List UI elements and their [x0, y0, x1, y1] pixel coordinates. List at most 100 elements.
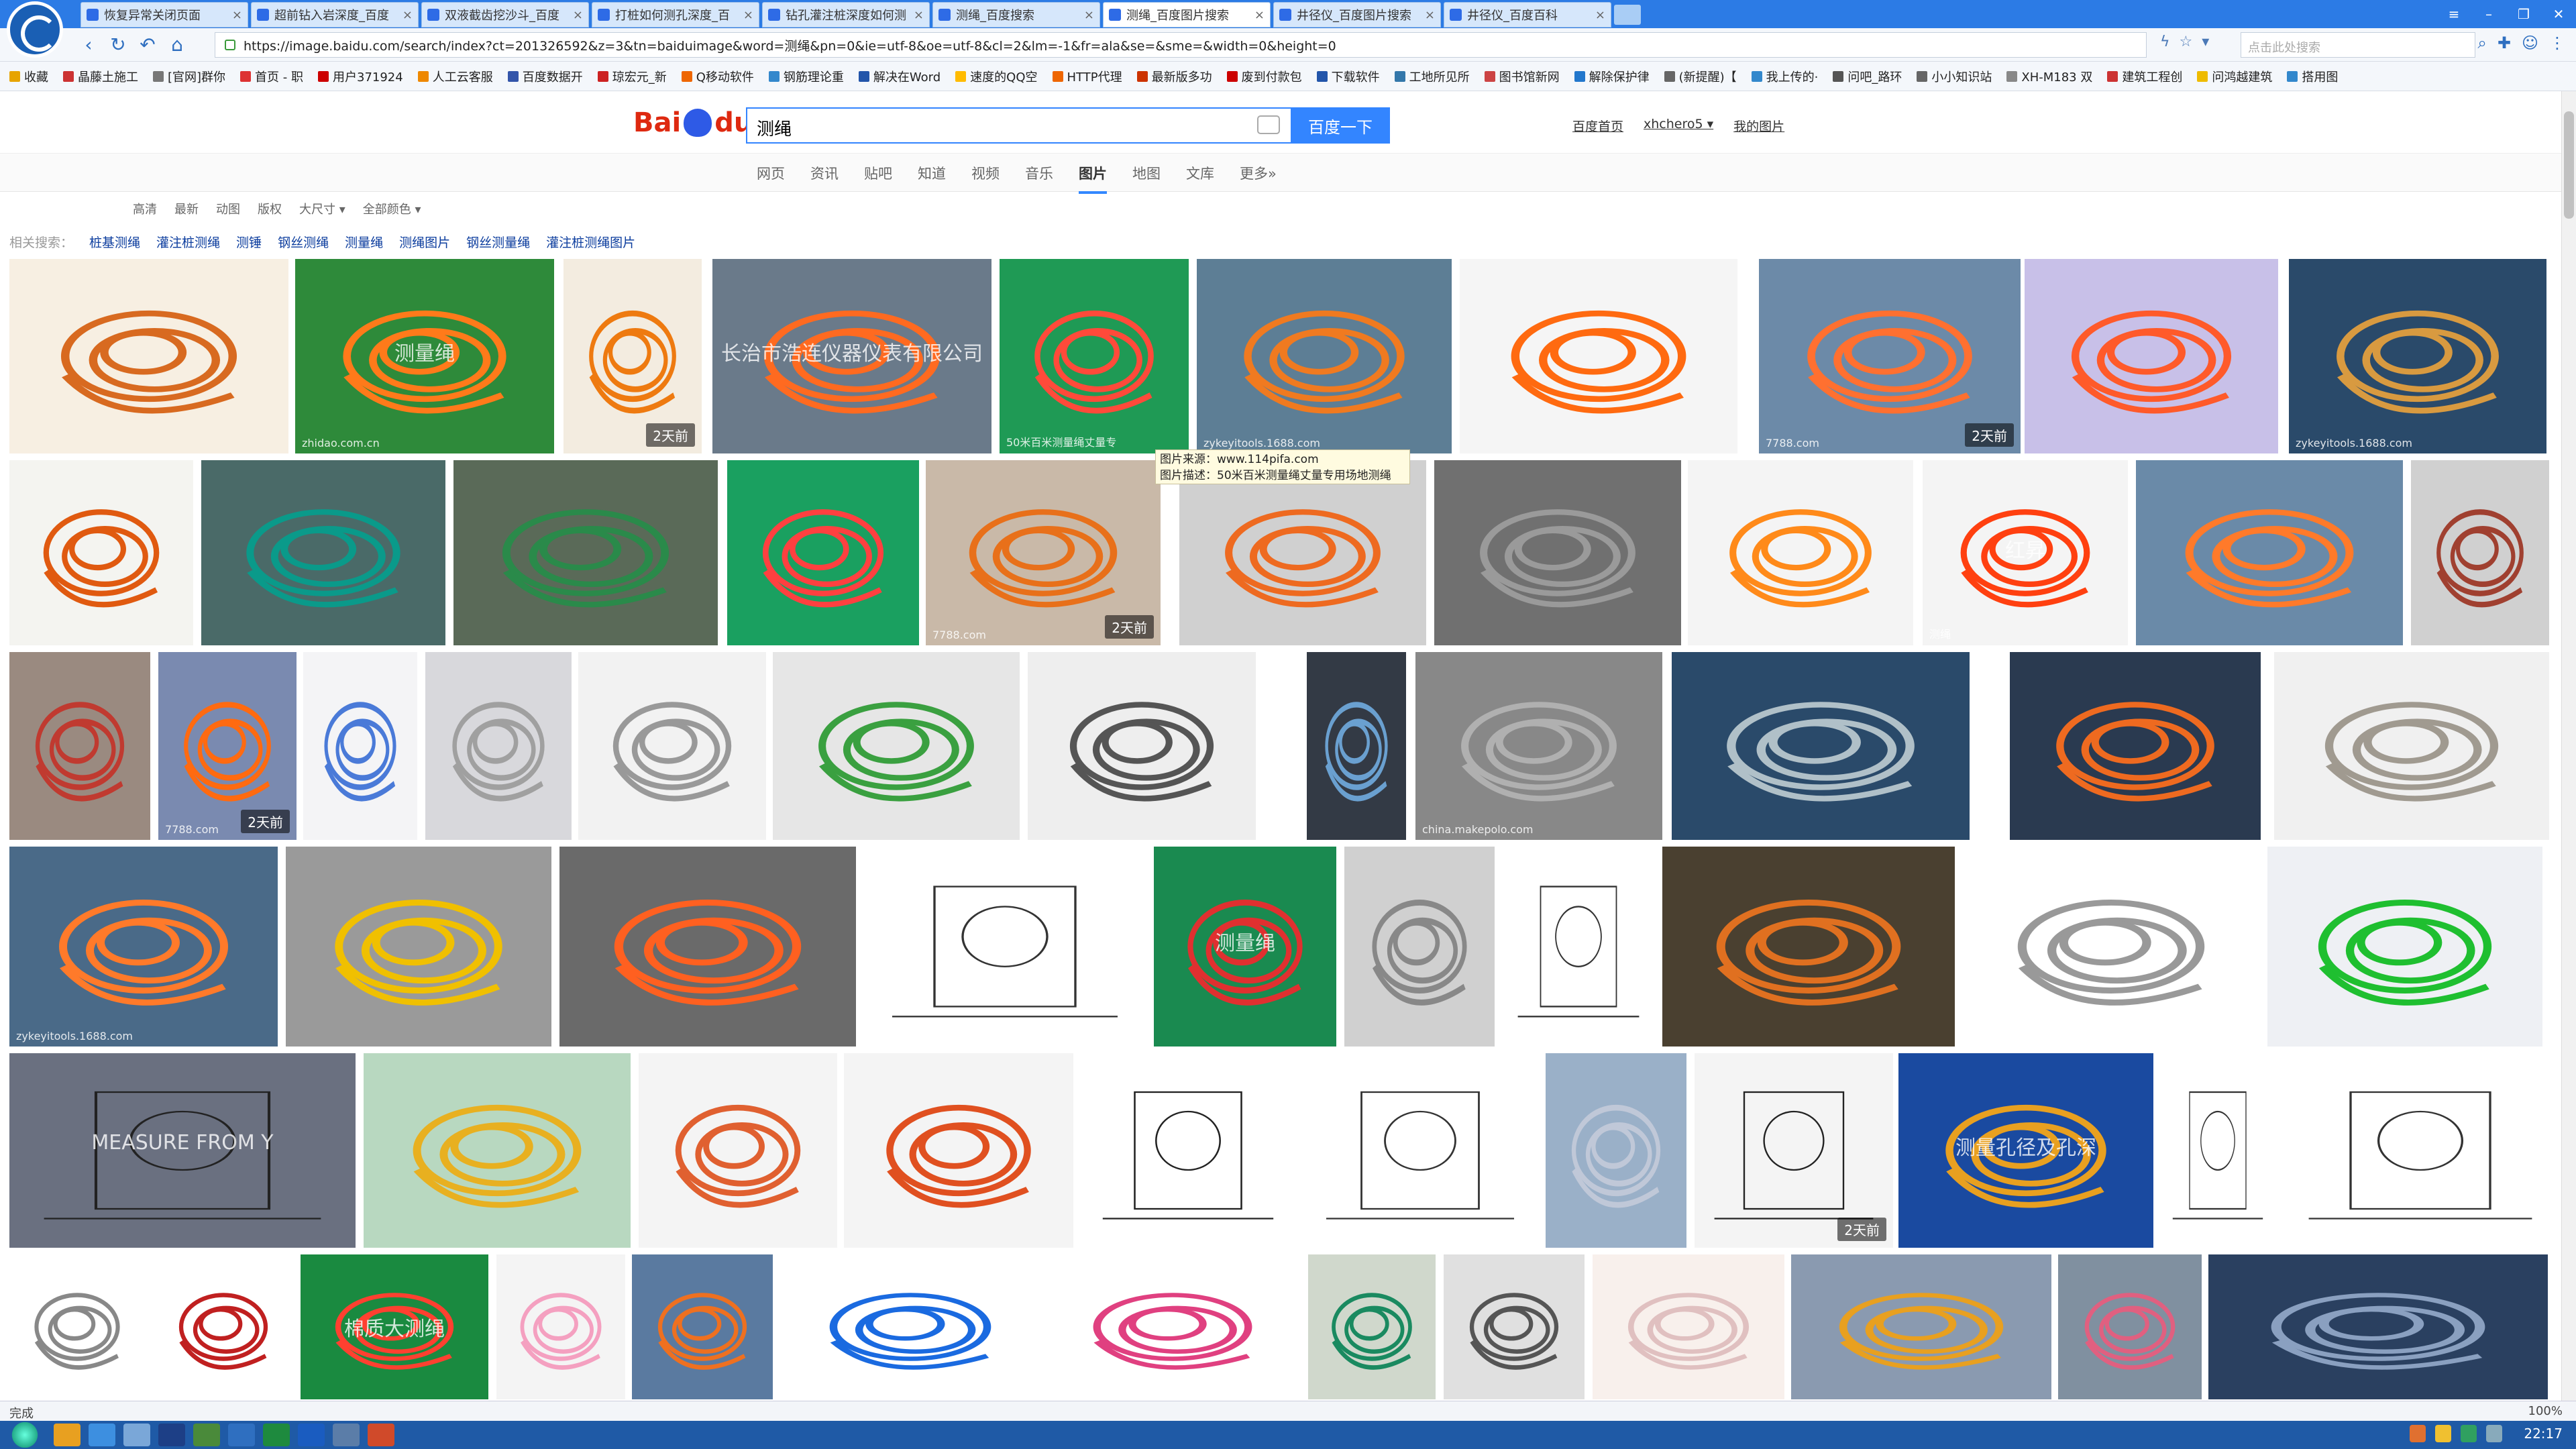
image-result-r3-12[interactable] — [2274, 652, 2549, 840]
image-result-r3-9[interactable]: china.makepolo.com — [1415, 652, 1662, 840]
image-result-r1-5[interactable]: 50米百米测量绳丈量专 — [1000, 259, 1189, 453]
image-watermark: zykeyitools.1688.com — [2296, 437, 2413, 449]
image-result-r2-11[interactable] — [2411, 460, 2549, 645]
tray-icon[interactable] — [2410, 1425, 2426, 1442]
zoom-level[interactable]: 100% — [2528, 1404, 2563, 1418]
image-result-r5-1[interactable]: MEASURE FROM Y — [9, 1053, 356, 1248]
thumbnail-graphic — [1461, 702, 1617, 802]
image-result-r6-10[interactable] — [1593, 1254, 1784, 1399]
app-icon[interactable] — [228, 1424, 255, 1446]
image-result-r1-7[interactable] — [1460, 259, 1737, 453]
image-result-r1-4[interactable]: 长治市浩连仪器仪表有限公司 — [712, 259, 991, 453]
scrollbar[interactable] — [2561, 91, 2576, 1406]
image-result-r5-3[interactable] — [639, 1053, 837, 1248]
scrollbar-thumb[interactable] — [2564, 111, 2574, 219]
app-icon[interactable] — [333, 1424, 360, 1446]
explorer-icon[interactable] — [54, 1424, 80, 1446]
image-result-r3-11[interactable] — [2010, 652, 2261, 840]
image-result-r5-6[interactable] — [1303, 1053, 1538, 1248]
date-badge: 2天前 — [241, 810, 290, 833]
image-result-r3-6[interactable] — [773, 652, 1020, 840]
image-result-r4-6[interactable] — [1344, 847, 1495, 1046]
image-result-r6-13[interactable] — [2208, 1254, 2548, 1399]
image-result-r5-8[interactable]: 2天前 — [1695, 1053, 1893, 1248]
tooltip-source: 图片来源：www.114pifa.com — [1160, 453, 1319, 466]
image-result-r1-6[interactable]: zykeyitools.1688.com — [1197, 259, 1452, 453]
image-result-r3-7[interactable] — [1028, 652, 1256, 840]
image-result-r2-9[interactable]: 红昇 测绳 — [1923, 460, 2128, 645]
image-result-r3-3[interactable] — [303, 652, 417, 840]
image-result-r4-10[interactable] — [2267, 847, 2542, 1046]
app-icon[interactable] — [123, 1424, 150, 1446]
image-result-r6-7[interactable] — [1046, 1254, 1299, 1399]
image-result-r4-2[interactable] — [286, 847, 551, 1046]
image-result-r5-11[interactable] — [2281, 1053, 2560, 1248]
image-result-r4-3[interactable] — [559, 847, 856, 1046]
image-result-r5-7[interactable] — [1546, 1053, 1686, 1248]
thumbnail-graphic — [1069, 702, 1214, 802]
thumbnail-graphic — [1325, 702, 1388, 802]
image-result-r5-9[interactable]: 测量孔径及孔深 — [1898, 1053, 2153, 1248]
image-result-r6-1[interactable] — [9, 1254, 145, 1399]
image-result-r3-5[interactable] — [578, 652, 766, 840]
image-result-r2-8[interactable] — [1688, 460, 1913, 645]
image-result-r4-9[interactable] — [1963, 847, 2259, 1046]
image-result-r2-6[interactable] — [1179, 460, 1426, 645]
tray-icon[interactable] — [2461, 1425, 2477, 1442]
image-result-r3-4[interactable] — [425, 652, 572, 840]
thumbnail-graphic — [2185, 509, 2354, 608]
browser-logo-icon[interactable] — [7, 1, 63, 58]
image-result-r3-8[interactable] — [1307, 652, 1406, 840]
thumbnail-graphic — [413, 1104, 582, 1208]
thumbnail-graphic — [1244, 310, 1405, 414]
image-result-r6-3[interactable]: 棉质大测绳 — [301, 1254, 488, 1399]
image-result-r6-4[interactable] — [496, 1254, 625, 1399]
thumbnail-graphic — [246, 509, 400, 608]
image-result-r6-5[interactable] — [632, 1254, 773, 1399]
image-result-r3-2[interactable]: 2天前 7788.com — [158, 652, 297, 840]
app-icon[interactable] — [158, 1424, 185, 1446]
thumbnail-graphic — [1093, 1293, 1252, 1370]
image-result-r4-1[interactable]: zykeyitools.1688.com — [9, 847, 278, 1046]
excel-icon[interactable] — [263, 1424, 290, 1446]
image-result-r5-4[interactable] — [844, 1053, 1073, 1248]
image-result-r6-9[interactable] — [1444, 1254, 1585, 1399]
image-result-r1-1[interactable] — [9, 259, 288, 453]
app-icon[interactable] — [368, 1424, 394, 1446]
image-result-r5-5[interactable] — [1081, 1053, 1295, 1248]
browser-taskbar-icon[interactable] — [89, 1424, 115, 1446]
image-result-r4-8[interactable] — [1662, 847, 1955, 1046]
thumbnail-graphic — [1102, 1091, 1274, 1220]
image-result-r1-10[interactable]: zykeyitools.1688.com — [2289, 259, 2546, 453]
image-result-r2-5[interactable]: 2天前 7788.com — [926, 460, 1161, 645]
tray-icon[interactable] — [2435, 1425, 2451, 1442]
image-result-r5-2[interactable] — [364, 1053, 631, 1248]
image-result-r1-8[interactable]: 2天前 7788.com — [1759, 259, 2021, 453]
image-result-r1-2[interactable]: 测量绳 zhidao.com.cn — [295, 259, 554, 453]
image-result-r2-7[interactable] — [1434, 460, 1681, 645]
image-result-r1-3[interactable]: 2天前 — [564, 259, 702, 453]
app-icon[interactable] — [193, 1424, 220, 1446]
image-result-r4-5[interactable]: 测量绳 — [1154, 847, 1336, 1046]
thumbnail-graphic — [2172, 1091, 2263, 1220]
image-result-r6-6[interactable] — [782, 1254, 1038, 1399]
image-result-r2-10[interactable] — [2136, 460, 2403, 645]
image-result-r3-1[interactable] — [9, 652, 150, 840]
volume-icon[interactable] — [2486, 1425, 2502, 1442]
image-results-grid: 测量绳 zhidao.com.cn 2天前 长治市浩连仪器仪表有限公司 50米百米测量绳… — [0, 0, 2576, 1409]
image-result-r2-1[interactable] — [9, 460, 193, 645]
image-result-r2-4[interactable] — [727, 460, 919, 645]
image-result-r5-10[interactable] — [2161, 1053, 2274, 1248]
image-result-r6-11[interactable] — [1791, 1254, 2051, 1399]
image-result-r3-10[interactable] — [1672, 652, 1970, 840]
image-result-r6-2[interactable] — [153, 1254, 294, 1399]
image-result-r4-4[interactable] — [864, 847, 1146, 1046]
start-button[interactable] — [8, 1422, 42, 1448]
image-result-r1-9[interactable] — [2025, 259, 2278, 453]
image-result-r2-2[interactable] — [201, 460, 445, 645]
image-result-r4-7[interactable] — [1503, 847, 1654, 1046]
image-result-r6-12[interactable] — [2058, 1254, 2202, 1399]
image-result-r6-8[interactable] — [1308, 1254, 1436, 1399]
chat-icon[interactable] — [298, 1424, 325, 1446]
image-result-r2-3[interactable] — [453, 460, 718, 645]
